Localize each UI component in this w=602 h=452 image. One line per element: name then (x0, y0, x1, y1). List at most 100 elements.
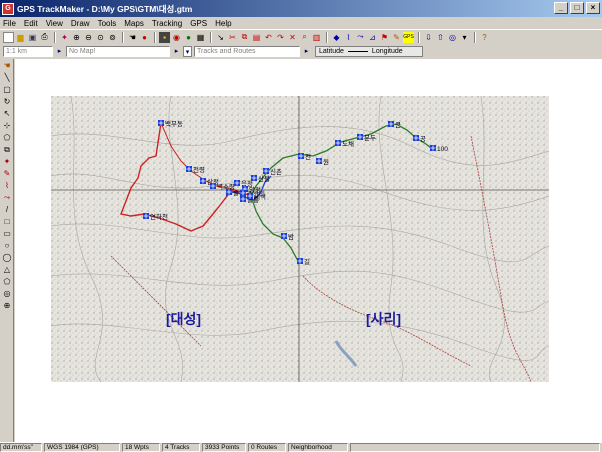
delete-icon[interactable]: ✕ (287, 32, 298, 43)
paste-icon[interactable]: ▤ (251, 32, 262, 43)
print-icon[interactable]: ⎙ (39, 32, 50, 43)
rotate-icon[interactable]: ↻ (1, 96, 13, 107)
grid-icon[interactable]: ▦ (195, 32, 206, 43)
measure-icon[interactable]: ⊿ (367, 32, 378, 43)
waypoint-label: 산불 (258, 174, 270, 183)
status-neighborhood: Neighborhood (288, 443, 348, 452)
find-icon[interactable]: ⌕ (299, 32, 310, 43)
status-points: 3933 Points (202, 443, 246, 452)
scale-combo[interactable]: 1:1 km (3, 45, 53, 57)
waypoint-label: 원 (323, 157, 329, 166)
open-folder-icon[interactable]: ▆ (15, 32, 26, 43)
maximize-button[interactable]: □ (570, 2, 584, 14)
zoom-window-icon[interactable]: ⊙ (95, 32, 106, 43)
menu-draw[interactable]: Draw (71, 19, 90, 28)
drawing-toolbar: ☚ ╲ ▢ ↻ ↖ ⊹ ⬠ ⧉ ✦ ✎ ⌇ ⤳ / □ ▭ ○ ◯ △ ⬠ ◎ … (0, 59, 14, 442)
flag-icon[interactable]: ⚑ (379, 32, 390, 43)
status-extra (350, 443, 600, 452)
gps-device-icon[interactable]: GPS (403, 31, 414, 43)
waypoint-label: 백무동 (165, 119, 183, 128)
waypoint-label: 큰 (395, 121, 401, 129)
menu-edit[interactable]: Edit (24, 19, 38, 28)
secondary-toolbar: 1:1 km ▸ No Map! ▸ ▾ Tracks and Routes ▸… (0, 44, 602, 58)
menu-file[interactable]: File (3, 19, 16, 28)
tracks-combo[interactable]: Tracks and Routes (194, 45, 300, 57)
refresh-icon[interactable]: ● (139, 32, 150, 43)
dropdown-arrow-icon[interactable]: ▾ (459, 32, 470, 43)
coordinate-display: Latitude Longitude (315, 45, 423, 57)
map-arrow-icon[interactable]: ▸ (172, 46, 181, 57)
status-datum[interactable]: WGS 1984 (GPS) (44, 443, 120, 452)
menu-tools[interactable]: Tools (98, 19, 117, 28)
status-bar: dd.mm'ss" WGS 1984 (GPS) 18 Wpts 4 Track… (0, 442, 602, 452)
waypoint-label: 세석 (254, 192, 266, 201)
undo-icon[interactable]: ↶ (263, 32, 274, 43)
gps-receive-icon[interactable]: ⇩ (423, 32, 434, 43)
properties-icon[interactable]: ▥ (311, 32, 322, 43)
close-button[interactable]: × (586, 2, 600, 14)
select-tool-icon[interactable]: ✦ (59, 32, 70, 43)
polygon-icon[interactable]: ⬠ (1, 132, 13, 143)
new-file-icon[interactable] (3, 31, 14, 43)
rect-select-icon[interactable]: ▢ (1, 84, 13, 95)
waypoint-label: 분두 (364, 134, 376, 142)
map-combo[interactable]: No Map! (66, 45, 170, 57)
region-label-sari: [사리] (366, 311, 401, 327)
topographic-map[interactable]: 백무동 천령 삼정 벽소령 연하천 음정 물통 양정 산불 밤 신촌 전 원 도채 분두 큰 공 길 주산리 세석 솔 1… (51, 96, 549, 382)
track-tool-icon[interactable]: ⌇ (343, 32, 354, 43)
waypoint-label: 신촌 (270, 167, 282, 176)
line-tool-icon[interactable]: ╲ (1, 72, 13, 83)
target-icon[interactable]: ◎ (1, 288, 13, 299)
copy-icon[interactable]: ⧉ (239, 32, 250, 43)
waypoint-label: 도채 (342, 140, 354, 148)
globe-icon[interactable]: ● (183, 32, 194, 43)
gps-send-icon[interactable]: ⇧ (435, 32, 446, 43)
menu-gps[interactable]: GPS (190, 19, 207, 28)
satellite-icon[interactable]: ◎ (447, 32, 458, 43)
draw-triangle-icon[interactable]: △ (1, 264, 13, 275)
redo-icon[interactable]: ↷ (275, 32, 286, 43)
pan-tool-icon[interactable]: ☚ (1, 60, 13, 71)
status-wpts: 18 Wpts (122, 443, 160, 452)
waypoint-tool-icon[interactable]: ◆ (331, 32, 342, 43)
crosshair-icon[interactable]: ⊕ (1, 300, 13, 311)
gps-trackmaker-icon[interactable]: G (2, 2, 14, 15)
save-icon[interactable]: ▣ (27, 32, 38, 43)
draw-ellipse-icon[interactable]: ○ (1, 240, 13, 251)
draw-rect-icon[interactable]: □ (1, 216, 13, 227)
draw-line-icon[interactable]: / (1, 204, 13, 215)
draw-route-icon[interactable]: ⤳ (1, 192, 13, 203)
map-svg: 백무동천령삼정벽소령연하천음정물통양정산불밤신촌전원도채분두큰공길주산리세석솔1… (51, 96, 549, 382)
title-bar: G GPS TrackMaker - D:\My GPS\GTM\대성.gtm … (0, 0, 602, 17)
map-dropdown-icon[interactable]: ▾ (183, 45, 192, 57)
layer-icon[interactable]: ◉ (171, 32, 182, 43)
zoom-all-icon[interactable]: ⊚ (107, 32, 118, 43)
pointer-icon[interactable]: ↖ (1, 108, 13, 119)
node-icon[interactable]: ✦ (1, 156, 13, 167)
zoom-out-icon[interactable]: ⊖ (83, 32, 94, 43)
cut-icon[interactable]: ✂ (227, 32, 238, 43)
status-format[interactable]: dd.mm'ss" (0, 443, 42, 452)
draw-track-icon[interactable]: ⌇ (1, 180, 13, 191)
pencil-icon[interactable]: ✎ (391, 32, 402, 43)
multi-select-icon[interactable]: ⧉ (1, 144, 13, 155)
arrow-tool-icon[interactable]: ↘ (215, 32, 226, 43)
menu-view[interactable]: View (46, 19, 63, 28)
draw-rounded-icon[interactable]: ▭ (1, 228, 13, 239)
hand-pan-icon[interactable]: ☚ (127, 32, 138, 43)
menu-maps[interactable]: Maps (124, 19, 144, 28)
help-icon[interactable]: ? (479, 32, 490, 43)
minimize-button[interactable]: _ (554, 2, 568, 14)
tracks-arrow-icon[interactable]: ▸ (302, 46, 311, 57)
draw-circle-icon[interactable]: ◯ (1, 252, 13, 263)
map-image-icon[interactable]: ▪ (159, 31, 170, 43)
node-edit-icon[interactable]: ⊹ (1, 120, 13, 131)
menu-help[interactable]: Help (215, 19, 231, 28)
menu-tracking[interactable]: Tracking (152, 19, 182, 28)
pen-icon[interactable]: ✎ (1, 168, 13, 179)
waypoint-label: 길 (304, 258, 310, 266)
scale-arrow-icon[interactable]: ▸ (55, 46, 64, 57)
route-tool-icon[interactable]: ⤳ (355, 32, 366, 43)
zoom-in-icon[interactable]: ⊕ (71, 32, 82, 43)
draw-pentagon-icon[interactable]: ⬠ (1, 276, 13, 287)
